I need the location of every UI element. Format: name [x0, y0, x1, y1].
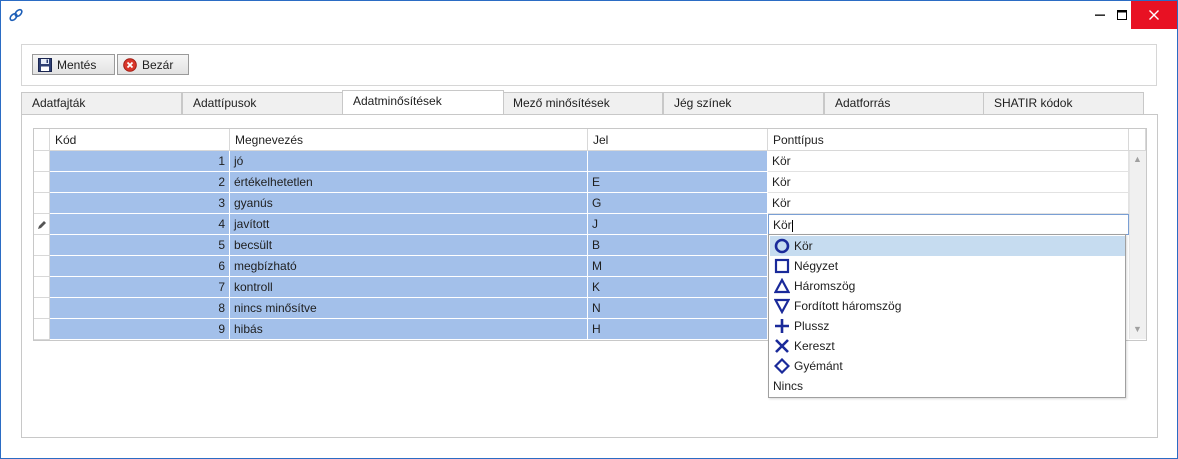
cross-icon — [773, 337, 791, 355]
tab-mezo-minositesek[interactable]: Mező minősítések — [502, 92, 663, 114]
square-icon — [773, 257, 791, 275]
cell-kod[interactable]: 5 — [50, 235, 230, 256]
tab-adatforras[interactable]: Adatforrás — [824, 92, 985, 114]
option-label: Nincs — [773, 379, 804, 393]
cell-jel[interactable]: J — [588, 214, 768, 235]
floppy-disk-icon — [38, 57, 52, 72]
ponttipus-value: Kör — [772, 196, 791, 210]
row-header[interactable] — [34, 277, 50, 298]
cell-jel[interactable]: M — [588, 256, 768, 277]
cell-ponttipus[interactable]: Kör — [768, 172, 1129, 193]
tab-adattipusok[interactable]: Adattípusok — [182, 92, 343, 114]
close-label: Bezár — [142, 57, 174, 72]
tab-shatir-kodok[interactable]: SHATIR kódok — [983, 92, 1144, 114]
diamond-icon — [773, 357, 791, 375]
cell-megnevezes[interactable]: kontroll — [230, 277, 588, 298]
ponttipus-value: Kör — [772, 175, 791, 189]
cell-kod[interactable]: 7 — [50, 277, 230, 298]
row-header[interactable] — [34, 214, 50, 235]
cell-ponttipus[interactable]: Kör — [768, 193, 1129, 214]
save-label: Mentés — [57, 57, 97, 72]
dropdown-option[interactable]: Fordított háromszög — [770, 296, 1125, 316]
tab-jeg-szinek[interactable]: Jég színek — [663, 92, 824, 114]
cell-kod[interactable]: 9 — [50, 319, 230, 340]
vertical-scrollbar[interactable]: ▲ ▼ — [1129, 151, 1146, 339]
column-header-ponttipus[interactable]: Ponttípus — [768, 129, 1129, 151]
plus-icon — [773, 317, 791, 335]
row-header[interactable] — [34, 235, 50, 256]
row-header-corner — [34, 129, 50, 151]
dropdown-option[interactable]: Háromszög — [770, 276, 1125, 296]
dropdown-option[interactable]: Nincs — [770, 376, 1125, 396]
scroll-down-icon[interactable]: ▼ — [1133, 324, 1142, 334]
scroll-up-icon[interactable]: ▲ — [1133, 154, 1142, 164]
ponttipus-dropdown-list[interactable]: Kör Négyzet Háromszög Fordított háromszög Pl… — [768, 234, 1126, 398]
dropdown-option[interactable]: Plussz — [770, 316, 1125, 336]
cell-jel[interactable]: H — [588, 319, 768, 340]
row-header[interactable] — [34, 151, 50, 172]
cell-jel[interactable]: K — [588, 277, 768, 298]
table-row[interactable]: 4 javított J Kör — [34, 214, 1129, 235]
cell-kod[interactable]: 2 — [50, 172, 230, 193]
column-header-filler — [1129, 129, 1146, 151]
app-link-icon — [8, 7, 24, 23]
option-label: Kör — [794, 239, 813, 253]
column-header-kod[interactable]: Kód — [50, 129, 230, 151]
column-header-megnevezes[interactable]: Megnevezés — [230, 129, 588, 151]
table-row[interactable]: 1 jó Kör — [34, 151, 1129, 172]
cell-megnevezes[interactable]: nincs minősítve — [230, 298, 588, 319]
cell-kod[interactable]: 4 — [50, 214, 230, 235]
close-circle-icon — [123, 57, 137, 72]
pencil-icon — [37, 219, 47, 233]
cell-ponttipus[interactable]: Kör — [768, 151, 1129, 172]
option-label: Kereszt — [794, 339, 835, 353]
dropdown-option[interactable]: Kereszt — [770, 336, 1125, 356]
row-header[interactable] — [34, 256, 50, 277]
column-header-jel[interactable]: Jel — [588, 129, 768, 151]
ponttipus-value: Kör — [773, 218, 792, 232]
ponttipus-value: Kör — [772, 154, 791, 168]
row-header[interactable] — [34, 193, 50, 214]
triangle-icon — [773, 277, 791, 295]
dropdown-option[interactable]: Kör — [770, 236, 1125, 256]
cell-jel[interactable] — [588, 151, 768, 172]
table-row[interactable]: 2 értékelhetetlen E Kör — [34, 172, 1129, 193]
option-label: Háromszög — [794, 279, 856, 293]
table-row[interactable]: 3 gyanús G Kör — [34, 193, 1129, 214]
cell-jel[interactable]: N — [588, 298, 768, 319]
cell-megnevezes[interactable]: értékelhetetlen — [230, 172, 588, 193]
inverted-triangle-icon — [773, 297, 791, 315]
cell-megnevezes[interactable]: gyanús — [230, 193, 588, 214]
cell-kod[interactable]: 3 — [50, 193, 230, 214]
row-header[interactable] — [34, 172, 50, 193]
cell-ponttipus[interactable]: Kör — [768, 214, 1129, 235]
dropdown-option[interactable]: Négyzet — [770, 256, 1125, 276]
cell-jel[interactable]: G — [588, 193, 768, 214]
dropdown-option[interactable]: Gyémánt — [770, 356, 1125, 376]
row-header[interactable] — [34, 298, 50, 319]
row-header[interactable] — [34, 319, 50, 340]
option-label: Fordított háromszög — [794, 299, 902, 313]
cell-megnevezes[interactable]: jó — [230, 151, 588, 172]
cell-kod[interactable]: 1 — [50, 151, 230, 172]
close-window-button[interactable] — [1131, 1, 1177, 29]
option-label: Plussz — [794, 319, 830, 333]
cell-megnevezes[interactable]: hibás — [230, 319, 588, 340]
circle-icon — [773, 237, 791, 255]
cell-megnevezes[interactable]: becsült — [230, 235, 588, 256]
cell-megnevezes[interactable]: javított — [230, 214, 588, 235]
tab-adatminositesek[interactable]: Adatminősítések — [342, 90, 504, 114]
cell-kod[interactable]: 8 — [50, 298, 230, 319]
close-button[interactable]: Bezár — [117, 54, 189, 75]
tab-adatfajtak[interactable]: Adatfajták — [21, 92, 182, 114]
option-label: Gyémánt — [794, 359, 843, 373]
toolbar: Mentés Bezár — [21, 44, 1157, 86]
option-label: Négyzet — [794, 259, 839, 273]
cell-megnevezes[interactable]: megbízható — [230, 256, 588, 277]
cell-kod[interactable]: 6 — [50, 256, 230, 277]
title-bar — [1, 1, 1177, 29]
cell-jel[interactable]: E — [588, 172, 768, 193]
save-button[interactable]: Mentés — [32, 54, 115, 75]
cell-jel[interactable]: B — [588, 235, 768, 256]
